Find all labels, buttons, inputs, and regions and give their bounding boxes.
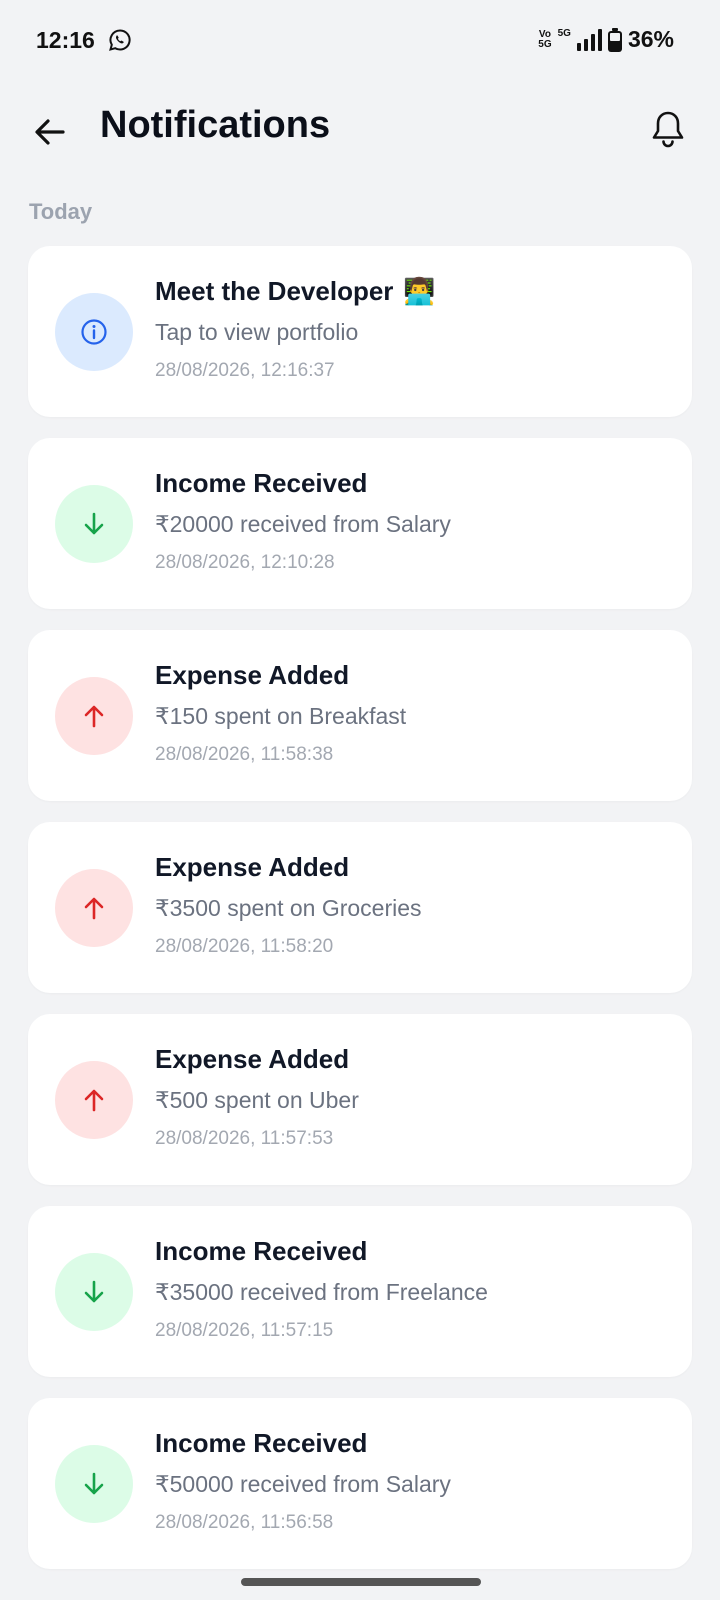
notification-timestamp: 28/08/2026, 11:56:58 <box>155 1512 334 1533</box>
income-icon-badge <box>55 1253 133 1331</box>
income-icon-badge <box>55 485 133 563</box>
notification-title: Income Received <box>155 468 367 499</box>
notification-title: Expense Added <box>155 660 349 691</box>
arrow-up-icon <box>84 1089 104 1112</box>
notification-description: Tap to view portfolio <box>155 319 359 345</box>
expense-icon-badge <box>55 869 133 947</box>
notification-title: Meet the Developer 👨‍💻 <box>155 276 436 307</box>
notification-card[interactable]: Income Received ₹50000 received from Sala… <box>28 1398 692 1569</box>
notification-card[interactable]: Expense Added ₹3500 spent on Groceries 28/… <box>28 822 692 993</box>
notification-title-text: Income Received <box>155 1428 368 1458</box>
notification-description: ₹150 spent on Breakfast <box>155 703 407 729</box>
status-time: 12:16 <box>36 27 95 53</box>
notification-title-text: Expense Added <box>155 1044 350 1074</box>
notification-description: ₹50000 received from Salary <box>155 1471 451 1497</box>
notification-title-text: Meet the Developer <box>155 276 394 306</box>
arrow-left-icon <box>35 119 65 145</box>
arrow-down-icon <box>84 1472 104 1495</box>
notification-title-text: Expense Added <box>155 660 350 690</box>
notification-title: Expense Added <box>155 1044 349 1075</box>
arrow-down-icon <box>84 512 104 535</box>
notification-timestamp: 28/08/2026, 12:16:37 <box>155 360 335 381</box>
home-indicator[interactable] <box>241 1578 481 1586</box>
volte-indicator: Vo 5G <box>538 28 552 50</box>
notification-title: Income Received <box>155 1428 367 1459</box>
expense-icon-badge <box>55 677 133 755</box>
notification-description: ₹35000 received from Freelance <box>155 1279 488 1305</box>
notification-timestamp: 28/08/2026, 11:58:20 <box>155 936 334 957</box>
status-icons: Vo 5G 5G 36% <box>538 26 674 53</box>
info-icon <box>81 319 107 345</box>
developer-emoji-icon: 👨‍💻 <box>403 276 436 306</box>
bell-icon <box>652 111 684 148</box>
notification-card[interactable]: Income Received ₹20000 received from Sala… <box>28 438 692 609</box>
notification-card[interactable]: Income Received ₹35000 received from Free… <box>28 1206 692 1377</box>
notification-title-text: Income Received <box>155 468 368 498</box>
status-bar: 12:16 Vo 5G 5G 36% <box>0 0 720 84</box>
notification-list: Meet the Developer 👨‍💻 Tap to view portfol… <box>28 246 692 1590</box>
battery-icon <box>607 27 622 52</box>
notification-card[interactable]: Expense Added ₹150 spent on Breakfast 28/0… <box>28 630 692 801</box>
arrow-up-icon <box>84 705 104 728</box>
back-button[interactable] <box>28 110 72 154</box>
section-label-today: Today <box>29 199 93 224</box>
notification-timestamp: 28/08/2026, 11:57:15 <box>155 1320 334 1341</box>
notification-title-text: Income Received <box>155 1236 368 1266</box>
arrow-up-icon <box>84 897 104 920</box>
notification-timestamp: 28/08/2026, 11:58:38 <box>155 744 334 765</box>
info-icon-badge <box>55 293 133 371</box>
notification-title-text: Expense Added <box>155 852 350 882</box>
notification-card[interactable]: Expense Added ₹500 spent on Uber 28/08/202… <box>28 1014 692 1185</box>
notification-description: ₹3500 spent on Groceries <box>155 895 422 921</box>
notification-title: Income Received <box>155 1236 367 1267</box>
income-icon-badge <box>55 1445 133 1523</box>
page-title: Notifications <box>100 104 331 146</box>
notification-description: ₹20000 received from Salary <box>155 511 451 537</box>
notification-timestamp: 28/08/2026, 11:57:53 <box>155 1128 334 1149</box>
notification-card[interactable]: Meet the Developer 👨‍💻 Tap to view portfol… <box>28 246 692 417</box>
notification-description: ₹500 spent on Uber <box>155 1087 359 1113</box>
arrow-down-icon <box>84 1280 104 1303</box>
whatsapp-icon <box>109 29 131 51</box>
notification-title: Expense Added <box>155 852 349 883</box>
app-header: Notifications <box>0 90 720 166</box>
battery-percentage: 36% <box>627 26 674 52</box>
network-type: 5G <box>557 28 571 39</box>
notification-timestamp: 28/08/2026, 12:10:28 <box>155 552 335 573</box>
expense-icon-badge <box>55 1061 133 1139</box>
signal-icon <box>576 28 602 51</box>
notification-bell-button[interactable] <box>646 106 690 154</box>
